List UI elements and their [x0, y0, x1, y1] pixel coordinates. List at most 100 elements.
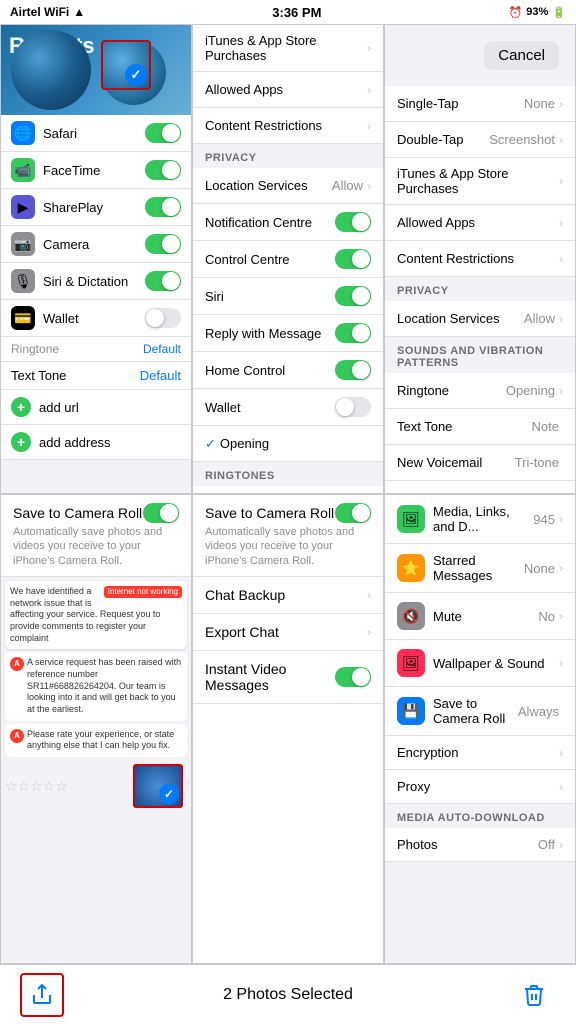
- recents-header: Recents ✓: [1, 25, 191, 115]
- ringtone-label: Ringtone: [11, 342, 143, 356]
- ringtone-opening-row[interactable]: Opening: [193, 486, 383, 494]
- selected-thumbnail-bl[interactable]: ✓: [133, 764, 183, 808]
- shareplay-toggle[interactable]: [145, 197, 181, 217]
- notification-centre-row[interactable]: Notification Centre: [193, 204, 383, 241]
- opening-label: Opening: [220, 436, 371, 451]
- media-links-row[interactable]: 🖼 Media, Links, and D... 945 ›: [385, 495, 575, 544]
- allowed-apps-row-tr[interactable]: Allowed Apps ›: [385, 205, 575, 241]
- app-item-shareplay[interactable]: ▶ SharePlay: [1, 189, 191, 226]
- media-auto-download-header: MEDIA AUTO-DOWNLOAD: [385, 804, 575, 828]
- carrier-label: Airtel WiFi: [10, 5, 69, 19]
- opening-row[interactable]: ✓ Opening: [193, 426, 383, 462]
- complaint-card-2: A A service request has been raised with…: [5, 652, 187, 720]
- starred-messages-row[interactable]: ⭐ Starred Messages None ›: [385, 544, 575, 593]
- stars-icon: ☆☆☆☆☆: [5, 778, 68, 795]
- proxy-row[interactable]: Proxy ›: [385, 770, 575, 804]
- home-control-row[interactable]: Home Control: [193, 352, 383, 389]
- content-restrictions-label-tr: Content Restrictions: [397, 251, 559, 266]
- service-icon-2: A: [10, 657, 24, 671]
- save-to-camera-roll-section: Save to Camera Roll Automatically save p…: [1, 495, 191, 577]
- notification-centre-toggle[interactable]: [335, 212, 371, 232]
- app-item-siri[interactable]: 🎙 Siri & Dictation: [1, 263, 191, 300]
- service-icon-3: A: [10, 729, 24, 743]
- control-centre-row[interactable]: Control Centre: [193, 241, 383, 278]
- text-tone-label-tr: Text Tone: [397, 419, 532, 434]
- safari-toggle[interactable]: [145, 123, 181, 143]
- camera-toggle[interactable]: [145, 234, 181, 254]
- photos-row[interactable]: Photos Off ›: [385, 828, 575, 862]
- earth-thumbnail-1[interactable]: [11, 30, 91, 110]
- cancel-button[interactable]: Cancel: [484, 41, 559, 70]
- safari-icon: 🌐: [11, 121, 35, 145]
- mute-chevron: ›: [559, 609, 563, 623]
- home-control-toggle[interactable]: [335, 360, 371, 380]
- text-tone-value-tr: Note: [532, 419, 559, 434]
- single-tap-value: None: [524, 96, 555, 111]
- save-to-camera-roll-desc-bl: Automatically save photos and videos you…: [13, 525, 179, 568]
- location-services-label: Location Services: [205, 178, 332, 193]
- complaint-card-3: A Please rate your experience, or state …: [5, 724, 187, 757]
- itunes-purchases-row-tr[interactable]: iTunes & App Store Purchases ›: [385, 158, 575, 205]
- instant-video-toggle[interactable]: [335, 667, 371, 687]
- allowed-apps-label-tr: Allowed Apps: [397, 215, 559, 230]
- wallpaper-sound-label: Wallpaper & Sound: [433, 656, 559, 671]
- reply-with-message-row[interactable]: Reply with Message: [193, 315, 383, 352]
- battery-label: 93%: [526, 6, 548, 18]
- ringtone-row[interactable]: Ringtone Default: [1, 337, 191, 362]
- double-tap-row[interactable]: Double-Tap Screenshot ›: [385, 122, 575, 158]
- location-services-value: Allow: [332, 178, 363, 193]
- encryption-row[interactable]: Encryption ›: [385, 736, 575, 770]
- add-address-row[interactable]: + add address: [1, 425, 191, 460]
- share-button[interactable]: [20, 973, 64, 1017]
- starred-messages-value: None: [524, 561, 555, 576]
- complaint-card-1: Internet not working We have identified …: [5, 581, 187, 649]
- facetime-toggle[interactable]: [145, 160, 181, 180]
- control-centre-toggle[interactable]: [335, 249, 371, 269]
- wallpaper-sound-chevron: ›: [559, 656, 563, 670]
- checkmark-badge-1: ✓: [125, 64, 147, 86]
- location-services-row-tr[interactable]: Location Services Allow ›: [385, 301, 575, 337]
- wallpaper-sound-row[interactable]: 🖼 Wallpaper & Sound ›: [385, 640, 575, 687]
- double-tap-label: Double-Tap: [397, 132, 489, 147]
- mute-row[interactable]: 🔇 Mute No ›: [385, 593, 575, 640]
- app-item-safari[interactable]: 🌐 Safari: [1, 115, 191, 152]
- itunes-purchases-row[interactable]: iTunes & App Store Purchases ›: [193, 25, 383, 72]
- siri-toggle[interactable]: [145, 271, 181, 291]
- export-chat-row[interactable]: Export Chat ›: [193, 614, 383, 651]
- new-voicemail-row[interactable]: New Voicemail Tri-tone: [385, 445, 575, 481]
- siri-settings-toggle[interactable]: [335, 286, 371, 306]
- earth-thumbnail-2[interactable]: ✓: [101, 40, 166, 105]
- media-links-value: 945: [533, 512, 555, 527]
- instant-video-row[interactable]: Instant Video Messages: [193, 651, 383, 704]
- reply-with-message-toggle[interactable]: [335, 323, 371, 343]
- wallet-settings-toggle[interactable]: [335, 397, 371, 417]
- allowed-apps-row[interactable]: Allowed Apps ›: [193, 72, 383, 108]
- add-url-row[interactable]: + add url: [1, 390, 191, 425]
- content-restrictions-row-tr[interactable]: Content Restrictions ›: [385, 241, 575, 277]
- app-item-facetime[interactable]: 📹 FaceTime: [1, 152, 191, 189]
- new-mail-row[interactable]: New Mail None: [385, 481, 575, 494]
- app-item-wallet[interactable]: 💳 Wallet: [1, 300, 191, 337]
- app-item-camera[interactable]: 📷 Camera: [1, 226, 191, 263]
- save-to-camera-roll-label-bl: Save to Camera Roll: [13, 505, 142, 521]
- wallet-settings-row[interactable]: Wallet: [193, 389, 383, 426]
- encryption-label: Encryption: [397, 745, 559, 760]
- content-restrictions-row[interactable]: Content Restrictions ›: [193, 108, 383, 144]
- delete-button[interactable]: [512, 973, 556, 1017]
- save-toggle-mid[interactable]: [335, 503, 371, 523]
- complaint-text-2: A service request has been raised with r…: [27, 657, 182, 715]
- ringtone-row-tr[interactable]: Ringtone Opening ›: [385, 373, 575, 409]
- save-toggle-bl[interactable]: [143, 503, 179, 523]
- text-tone-row-tr[interactable]: Text Tone Note: [385, 409, 575, 445]
- alarm-icon: ⏰: [509, 6, 523, 19]
- chat-backup-row[interactable]: Chat Backup ›: [193, 577, 383, 614]
- save-to-camera-roll-bl: Save to Camera Roll: [13, 503, 179, 523]
- siri-row[interactable]: Siri: [193, 278, 383, 315]
- wallet-toggle[interactable]: [145, 308, 181, 328]
- single-tap-row[interactable]: Single-Tap None ›: [385, 86, 575, 122]
- text-tone-label: Text Tone: [11, 368, 140, 383]
- location-services-row[interactable]: Location Services Allow ›: [193, 168, 383, 204]
- save-to-camera-roll-br-row[interactable]: 💾 Save to Camera Roll Always: [385, 687, 575, 736]
- itunes-purchases-label: iTunes & App Store Purchases: [205, 33, 367, 63]
- text-tone-row[interactable]: Text Tone Default: [1, 362, 191, 390]
